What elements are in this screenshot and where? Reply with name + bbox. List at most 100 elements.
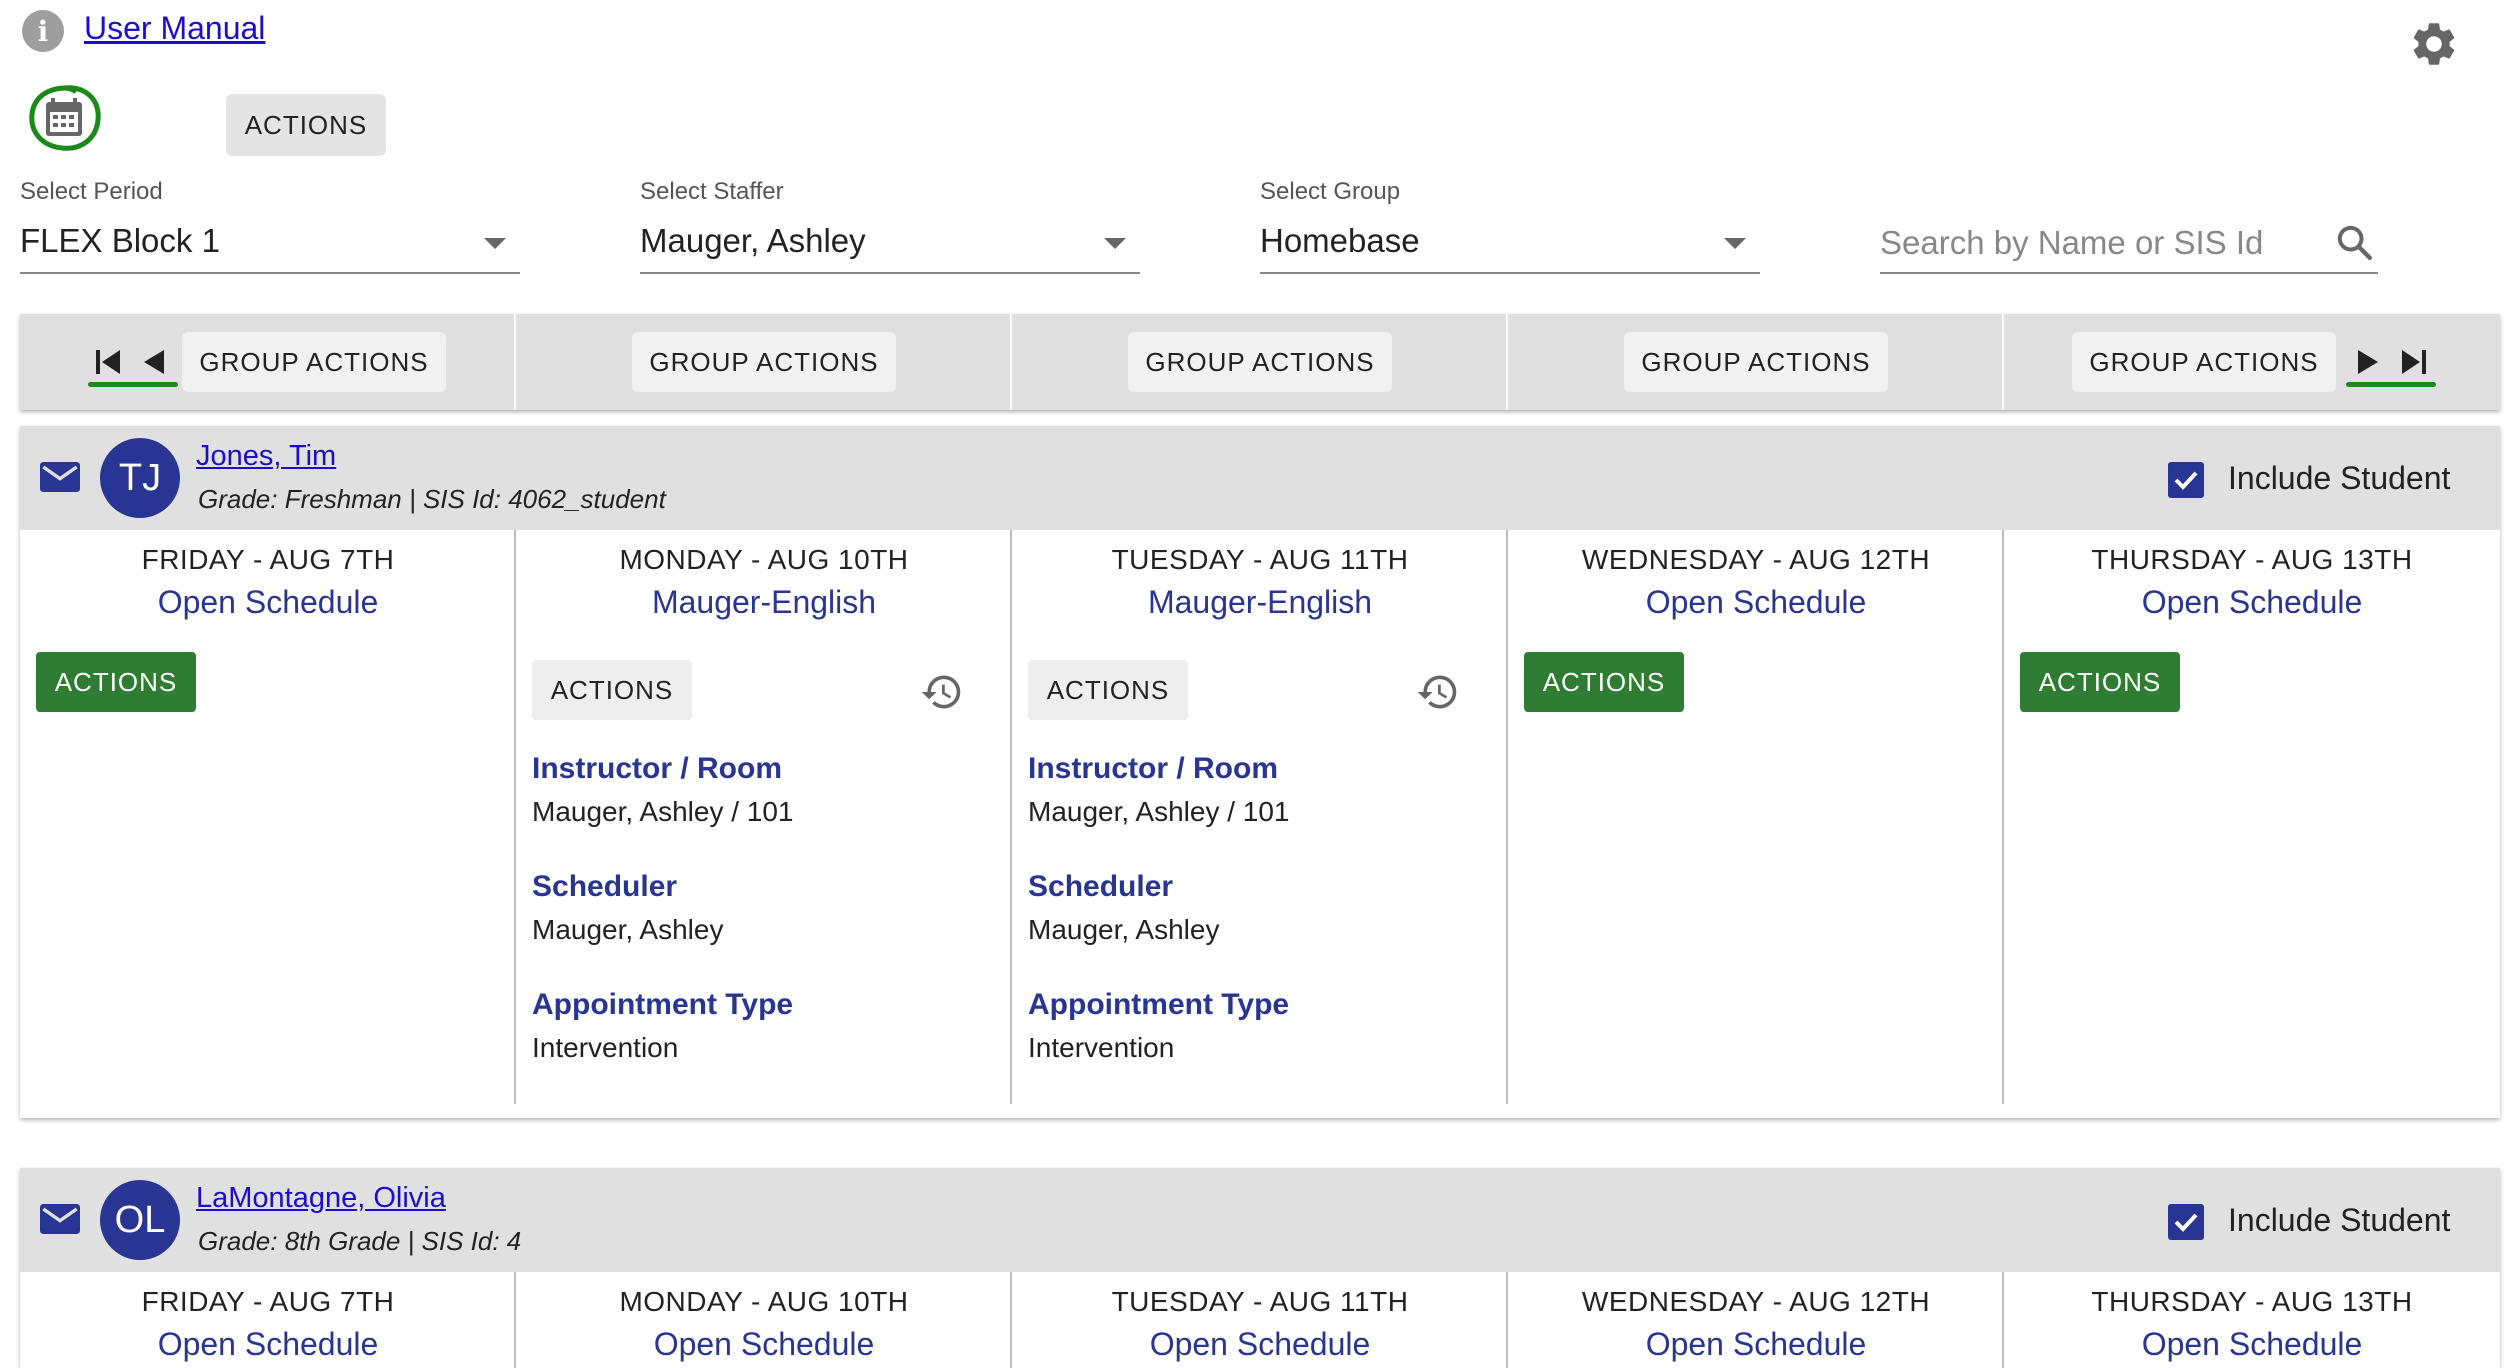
include-student-checkbox[interactable] (2168, 1204, 2204, 1240)
column-divider (1506, 314, 1508, 410)
nav-highlight (88, 382, 178, 387)
day-title: FRIDAY - AUG 7TH (141, 544, 395, 575)
day-title: TUESDAY - AUG 11TH (1111, 544, 1409, 575)
first-page-icon[interactable] (94, 346, 124, 378)
day-actions-button[interactable]: ACTIONS (532, 660, 692, 720)
user-manual-link[interactable]: User Manual (84, 10, 265, 47)
mail-icon[interactable] (40, 462, 80, 492)
search-icon[interactable] (2334, 222, 2374, 262)
student-card: OL LaMontagne, Olivia Grade: 8th Grade |… (20, 1168, 2500, 1368)
schedule-link[interactable]: Open Schedule (1508, 584, 2004, 621)
include-student-label: Include Student (2228, 460, 2451, 496)
next-page-icon[interactable] (2352, 346, 2382, 378)
group-actions-button[interactable]: GROUP ACTIONS (2072, 332, 2336, 392)
scheduler-heading: Scheduler (1028, 870, 1174, 903)
include-student-label: Include Student (2228, 1202, 2451, 1238)
day-cell: FRIDAY - AUG 7TH Open Schedule (20, 1272, 516, 1368)
day-actions-button[interactable]: ACTIONS (1028, 660, 1188, 720)
student-card: TJ Jones, Tim Grade: Freshman | SIS Id: … (20, 426, 2500, 1118)
day-actions-button[interactable]: ACTIONS (36, 652, 196, 712)
column-divider (1010, 314, 1012, 410)
student-name-link[interactable]: Jones, Tim (196, 440, 336, 473)
appointment-type-heading: Appointment Type (532, 988, 794, 1021)
search-input[interactable] (1880, 218, 2330, 268)
column-divider (2002, 314, 2004, 410)
include-student-checkbox[interactable] (2168, 462, 2204, 498)
period-select-label: Select Period (20, 178, 163, 205)
gear-icon[interactable] (2408, 18, 2460, 70)
day-title: WEDNESDAY - AUG 12TH (1581, 1286, 1931, 1317)
group-actions-button[interactable]: GROUP ACTIONS (1624, 332, 1888, 392)
day-title: MONDAY - AUG 10TH (619, 544, 909, 575)
day-title: THURSDAY - AUG 13TH (2091, 1286, 2413, 1317)
day-title: FRIDAY - AUG 7TH (141, 1286, 395, 1317)
day-title: MONDAY - AUG 10TH (619, 1286, 909, 1317)
chevron-down-icon[interactable] (1104, 238, 1126, 249)
instructor-room-heading: Instructor / Room (1028, 752, 1279, 785)
group-actions-button[interactable]: GROUP ACTIONS (1128, 332, 1392, 392)
student-card-header: TJ Jones, Tim Grade: Freshman | SIS Id: … (20, 426, 2500, 530)
day-cell: FRIDAY - AUG 7TH Open Schedule ACTIONS (20, 530, 516, 1104)
actions-button[interactable]: ACTIONS (226, 94, 386, 156)
day-title: THURSDAY - AUG 13TH (2091, 544, 2413, 575)
schedule-link[interactable]: Open Schedule (20, 1326, 516, 1363)
day-title: TUESDAY - AUG 11TH (1111, 1286, 1409, 1317)
staffer-select-underline (640, 272, 1140, 274)
history-icon[interactable] (1416, 670, 1460, 714)
schedule-link[interactable]: Open Schedule (2004, 1326, 2500, 1363)
day-cell: TUESDAY - AUG 11TH Open Schedule (1012, 1272, 1508, 1368)
nav-highlight (2346, 382, 2436, 387)
search-underline (1880, 272, 2378, 274)
day-title: WEDNESDAY - AUG 12TH (1581, 544, 1931, 575)
day-cell: WEDNESDAY - AUG 12TH Open Schedule (1508, 1272, 2004, 1368)
schedule-link[interactable]: Mauger-English (516, 584, 1012, 621)
staffer-select-label: Select Staffer (640, 178, 784, 205)
schedule-link[interactable]: Open Schedule (516, 1326, 1012, 1363)
instructor-room-heading: Instructor / Room (532, 752, 783, 785)
avatar: OL (100, 1180, 180, 1260)
scheduler-heading: Scheduler (532, 870, 678, 903)
previous-page-icon[interactable] (140, 346, 170, 378)
last-page-icon[interactable] (2398, 346, 2428, 378)
period-select-value[interactable]: FLEX Block 1 (20, 222, 220, 260)
appointment-type-heading: Appointment Type (1028, 988, 1290, 1021)
group-select-label: Select Group (1260, 178, 1401, 205)
appointment-type-value: Intervention (1028, 1032, 1175, 1063)
day-cell: TUESDAY - AUG 11TH Mauger-English ACTION… (1012, 530, 1508, 1104)
scheduler-value: Mauger, Ashley (1028, 914, 1220, 945)
student-meta: Grade: 8th Grade | SIS Id: 4 (198, 1226, 522, 1256)
day-actions-button[interactable]: ACTIONS (1524, 652, 1684, 712)
schedule-link[interactable]: Open Schedule (1508, 1326, 2004, 1363)
appointment-type-value: Intervention (532, 1032, 679, 1063)
group-actions-bar: GROUP ACTIONS GROUP ACTIONS GROUP ACTION… (20, 314, 2500, 410)
avatar: TJ (100, 438, 180, 518)
chevron-down-icon[interactable] (484, 238, 506, 249)
day-cell: THURSDAY - AUG 13TH Open Schedule ACTION… (2004, 530, 2500, 1104)
calendar-icon[interactable] (24, 82, 104, 154)
schedule-link[interactable]: Open Schedule (1012, 1326, 1508, 1363)
day-cell: WEDNESDAY - AUG 12TH Open Schedule ACTIO… (1508, 530, 2004, 1104)
day-cell: THURSDAY - AUG 13TH Open Schedule (2004, 1272, 2500, 1368)
schedule-link[interactable]: Open Schedule (20, 584, 516, 621)
history-icon[interactable] (920, 670, 964, 714)
student-card-header: OL LaMontagne, Olivia Grade: 8th Grade |… (20, 1168, 2500, 1272)
info-icon: i (22, 10, 64, 52)
group-actions-button[interactable]: GROUP ACTIONS (182, 332, 446, 392)
staffer-select-value[interactable]: Mauger, Ashley (640, 222, 866, 260)
scheduler-value: Mauger, Ashley (532, 914, 724, 945)
instructor-room-value: Mauger, Ashley / 101 (1028, 796, 1290, 827)
day-actions-button[interactable]: ACTIONS (2020, 652, 2180, 712)
instructor-room-value: Mauger, Ashley / 101 (532, 796, 794, 827)
day-cell: MONDAY - AUG 10TH Open Schedule (516, 1272, 1012, 1368)
schedule-link[interactable]: Mauger-English (1012, 584, 1508, 621)
column-divider (514, 314, 516, 410)
schedule-link[interactable]: Open Schedule (2004, 584, 2500, 621)
group-select-underline (1260, 272, 1760, 274)
group-select-value[interactable]: Homebase (1260, 222, 1420, 260)
mail-icon[interactable] (40, 1204, 80, 1234)
student-meta: Grade: Freshman | SIS Id: 4062_student (198, 484, 666, 514)
chevron-down-icon[interactable] (1724, 238, 1746, 249)
group-actions-button[interactable]: GROUP ACTIONS (632, 332, 896, 392)
day-cell: MONDAY - AUG 10TH Mauger-English ACTIONS… (516, 530, 1012, 1104)
student-name-link[interactable]: LaMontagne, Olivia (196, 1182, 446, 1215)
